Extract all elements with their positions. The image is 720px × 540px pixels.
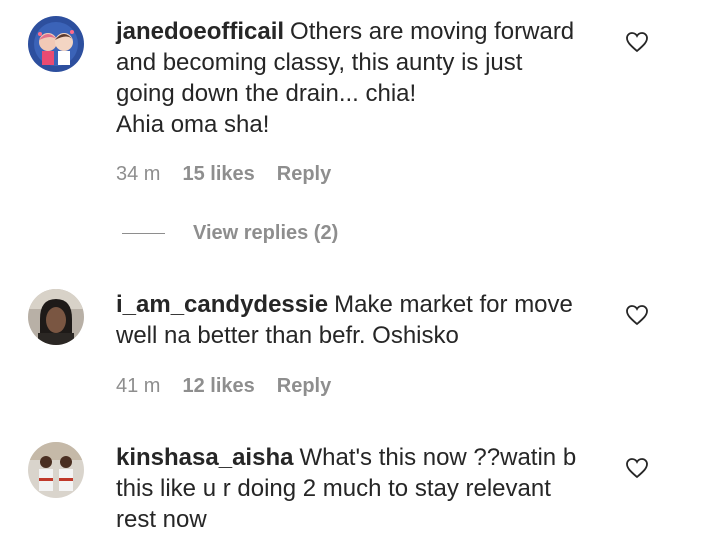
heart-outline-icon[interactable] [625,30,649,54]
comment-likes[interactable]: 12 likes [182,375,254,398]
avatar-i-am-candydessie[interactable] [28,289,84,345]
comment-username[interactable]: i_am_candydessie [116,291,328,318]
comment-text: kinshasa_aisha What's this now ??watin b … [116,442,596,535]
comment-text-line: this like u r doing 2 much to stay relev… [116,475,551,502]
view-replies-label: View replies (2) [193,222,339,244]
comment-text-line: What's this now ??watin b [299,444,577,471]
heart-outline-icon[interactable] [625,303,649,327]
avatar-kinshasa-aisha[interactable] [28,442,84,498]
comment-text-line: and becoming classy, this aunty is just [116,49,523,76]
comment-time: 34 m [116,163,161,185]
view-replies-button[interactable]: View replies (2) [122,222,338,245]
comment-text-line: Others are moving forward [290,18,575,45]
reply-button[interactable]: Reply [277,163,331,186]
comment-text-line: rest now [116,506,207,533]
comment-username[interactable]: kinshasa_aisha [116,444,293,471]
comment-text: janedoeofficail Others are moving forward… [116,16,596,140]
comment-username[interactable]: janedoeofficail [116,18,284,45]
avatar-janedoeofficail[interactable] [28,16,84,72]
comment-meta: 34 m 15 likes Reply [116,163,331,186]
reply-button[interactable]: Reply [277,375,331,398]
heart-outline-icon[interactable] [625,456,649,480]
comment-text: i_am_candydessie Make market for move wel… [116,289,596,351]
divider-line [122,233,165,234]
comment-text-line: going down the drain... chia! [116,80,417,107]
comment-text-line: well na better than befr. Oshisko [116,322,459,349]
comment-time: 41 m [116,375,161,397]
comment-text-line: Make market for move [334,291,573,318]
comment-text-line: Ahia oma sha! [116,111,270,138]
comment-likes[interactable]: 15 likes [182,163,254,186]
comment-meta: 41 m 12 likes Reply [116,375,331,398]
